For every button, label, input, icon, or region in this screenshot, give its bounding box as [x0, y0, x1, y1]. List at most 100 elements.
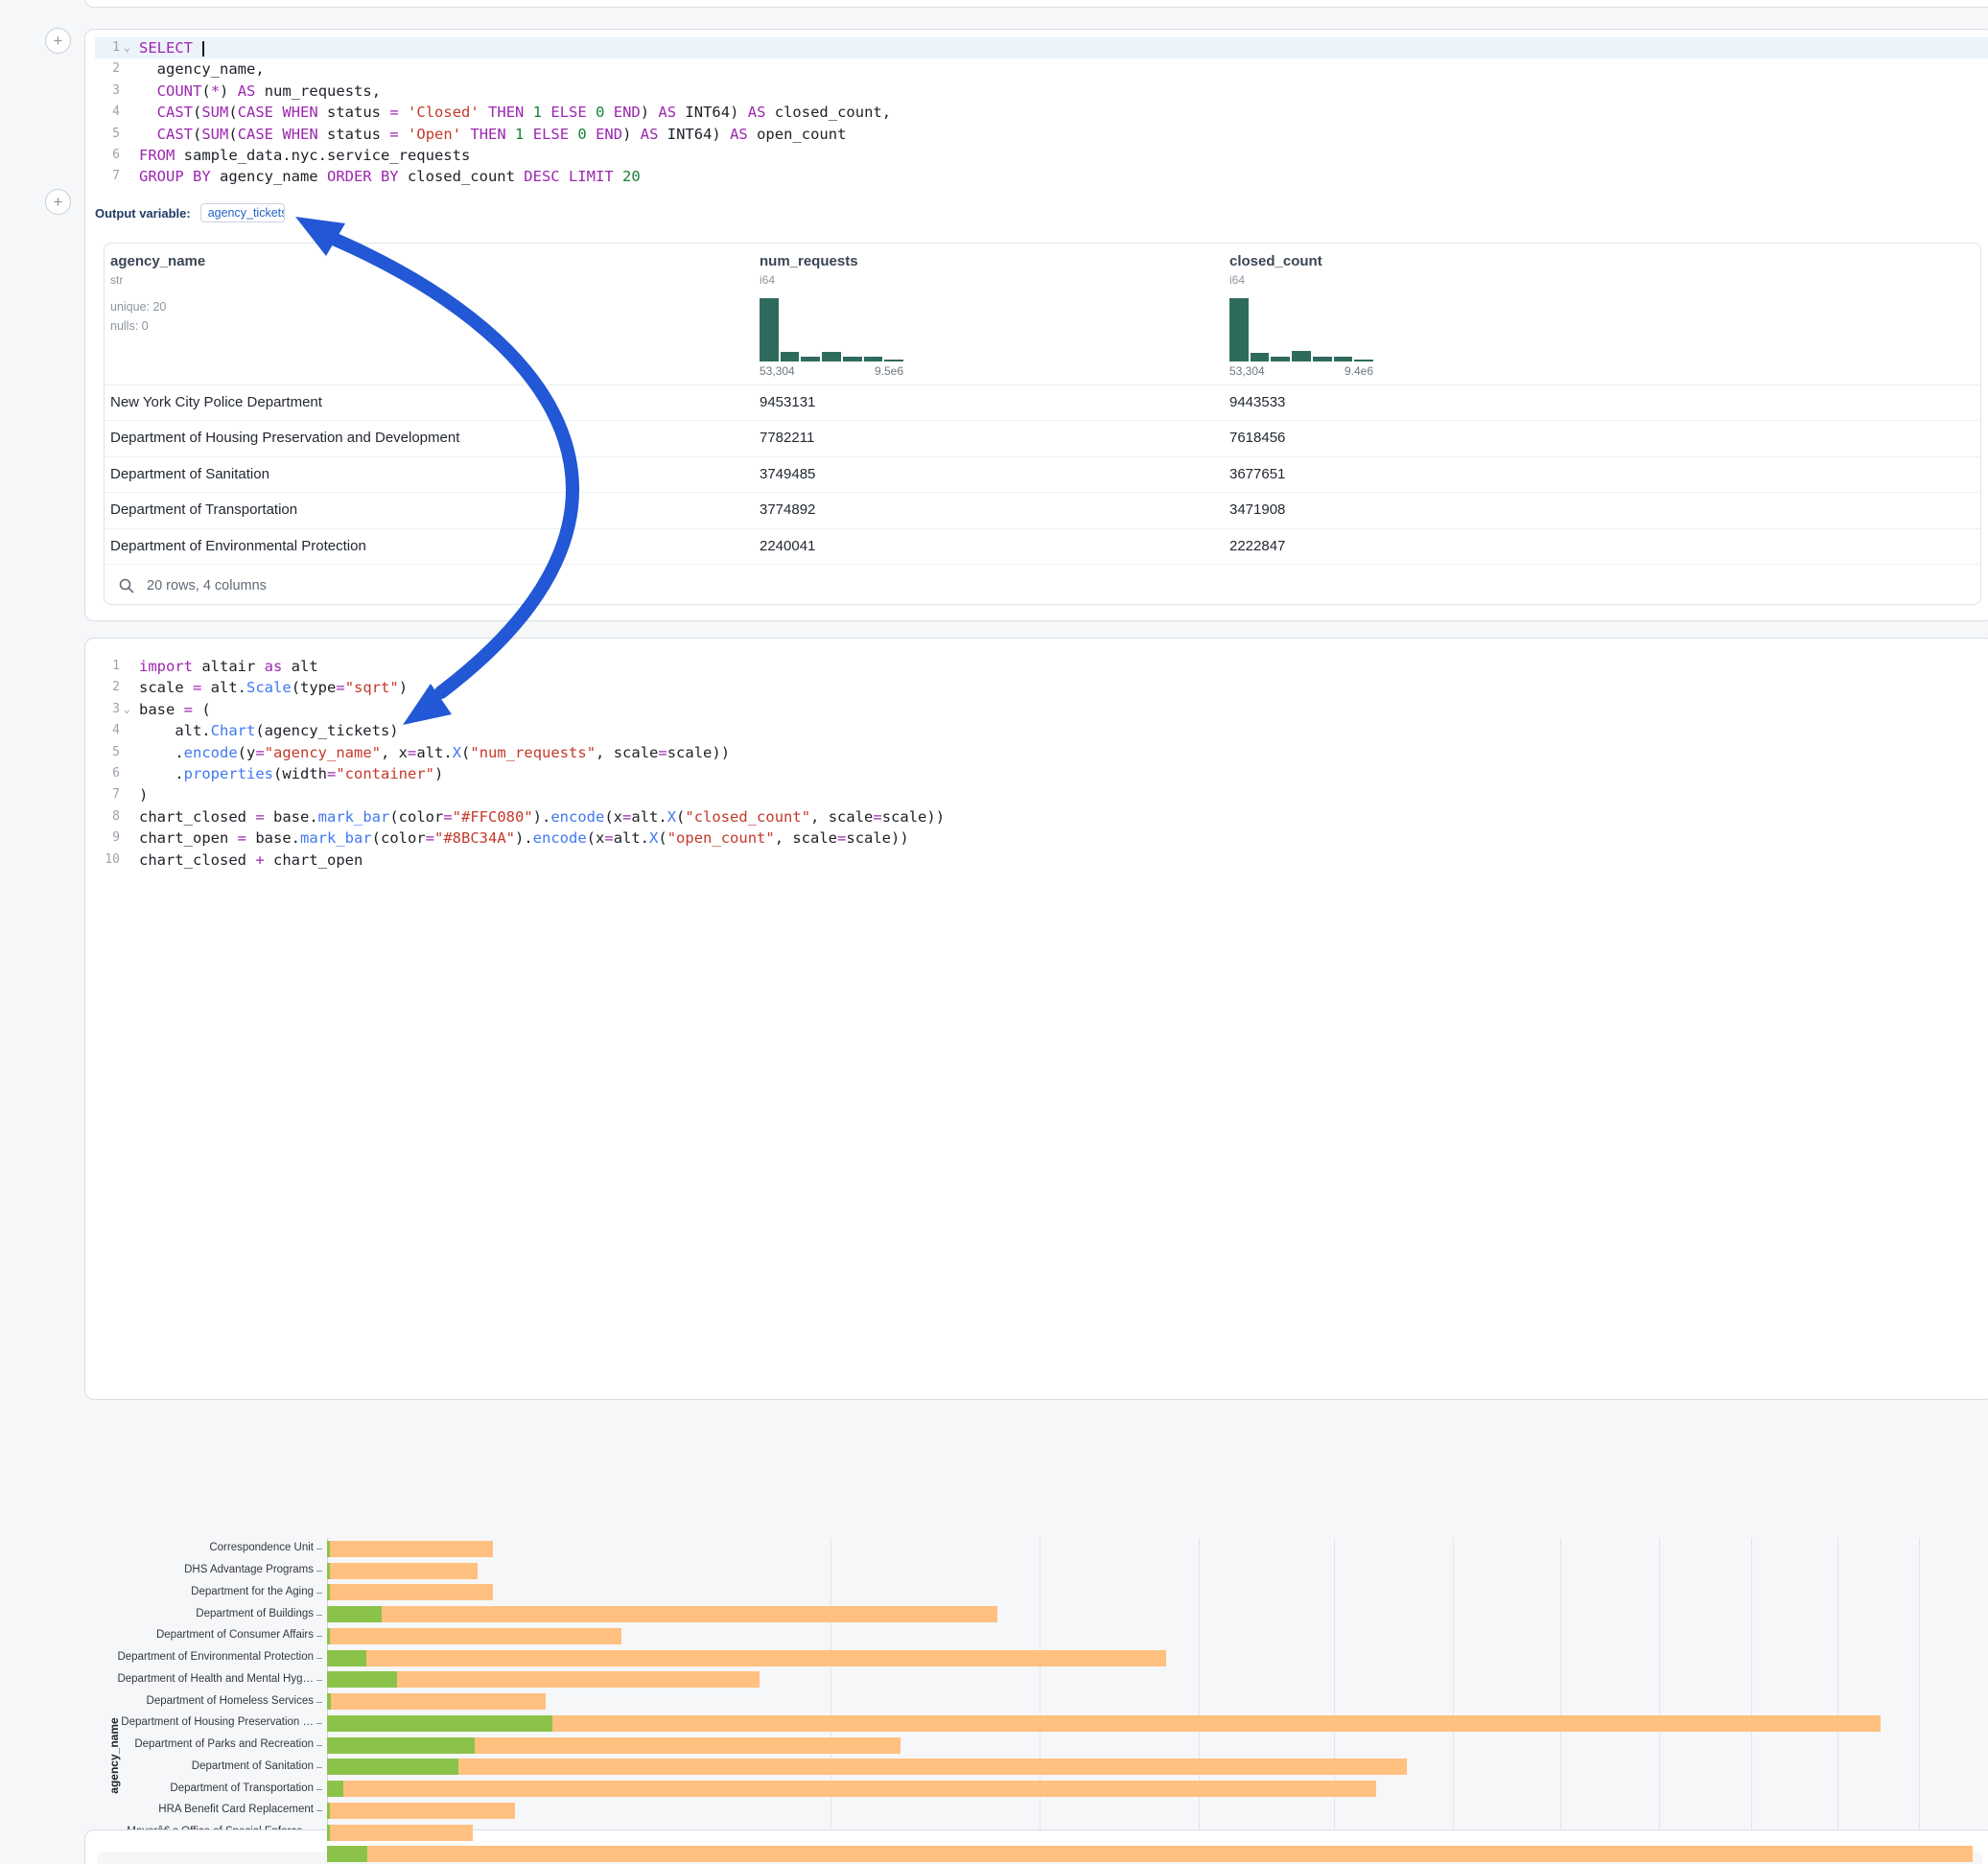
bar-open_count — [327, 1737, 475, 1754]
line-number: 1 — [95, 656, 120, 677]
code-token: = — [426, 829, 434, 847]
code-token: INT64) — [676, 104, 748, 121]
code-token: SUM — [201, 126, 228, 143]
add-cell-button-2[interactable]: + — [45, 189, 71, 215]
python-editor[interactable]: 123⌄45678910 import altair as altscale =… — [95, 656, 1988, 874]
line-number-text: 8 — [112, 809, 120, 824]
code-line: chart_open = base.mark_bar(color="#8BC34… — [139, 827, 1988, 849]
bar-open_count — [327, 1825, 330, 1841]
code-token: ) — [434, 765, 443, 782]
collapse-chevron-icon[interactable]: ⌄ — [124, 699, 130, 720]
column-header[interactable]: closed_counti6453,3049.4e6 — [1229, 253, 1373, 378]
add-cell-button[interactable]: + — [45, 28, 71, 54]
line-number-text: 2 — [112, 680, 120, 694]
code-token: , scale — [775, 829, 837, 847]
code-token: ( — [658, 829, 667, 847]
table-row[interactable]: Department of Sanitation37494853677651 — [105, 457, 1980, 493]
code-token: open_count — [748, 126, 847, 143]
sql-editor[interactable]: 1⌄234567 SELECT agency_name, COUNT(*) AS… — [95, 37, 1988, 193]
table-row[interactable]: Department of Housing Preservation and D… — [105, 421, 1980, 456]
code-token: = — [255, 744, 264, 761]
code-token: ( — [461, 744, 470, 761]
code-token: LIMIT — [569, 168, 614, 185]
code-token: END — [596, 126, 622, 143]
code-line: chart_closed = base.mark_bar(color="#FFC… — [139, 806, 1988, 827]
search-icon[interactable] — [118, 577, 135, 594]
y-axis-tick — [316, 1615, 322, 1616]
code-token — [273, 104, 282, 121]
code-token: 20 — [622, 168, 641, 185]
collapse-chevron-icon[interactable]: ⌄ — [124, 37, 130, 58]
code-token: . — [139, 744, 184, 761]
line-number-text: 5 — [112, 745, 120, 759]
code-line: ) — [139, 784, 1988, 805]
code-line: chart_closed + chart_open — [139, 850, 1988, 871]
column-type: i64 — [1229, 273, 1373, 287]
code-token: = — [389, 126, 398, 143]
code-token — [587, 126, 596, 143]
table-row[interactable]: Department of Environmental Protection22… — [105, 529, 1980, 565]
table-row[interactable]: Department of Transportation377489234719… — [105, 493, 1980, 528]
y-axis-tick-label: Department of Consumer Affairs — [85, 1629, 314, 1641]
code-token: "open_count" — [667, 829, 775, 847]
bar-open_count — [327, 1671, 397, 1688]
code-token: ORDER BY — [327, 168, 399, 185]
table-cell: New York City Police Department — [110, 394, 322, 410]
code-token: GROUP BY — [139, 168, 211, 185]
code-token: chart_closed — [139, 808, 255, 826]
table-header: agency_namestrunique: 20nulls: 0num_requ… — [105, 244, 1980, 385]
output-variable-chip[interactable]: agency_tickets — [200, 203, 285, 222]
code-token: import — [139, 658, 193, 675]
y-axis-tick — [316, 1702, 322, 1703]
code-token: ( — [193, 701, 211, 718]
code-token: AS — [641, 126, 659, 143]
code-token: ( — [193, 104, 201, 121]
code-token: CAST — [157, 126, 193, 143]
column-stat: unique: 20 — [110, 300, 205, 314]
table-cell: 7782211 — [760, 430, 814, 446]
column-header[interactable]: agency_namestrunique: 20nulls: 0 — [110, 253, 205, 333]
line-number-text: 7 — [112, 169, 120, 183]
code-token — [139, 82, 157, 100]
gridline — [830, 1538, 831, 1864]
bar-closed_count — [327, 1759, 1407, 1775]
code-token — [524, 104, 532, 121]
code-token: encode — [533, 829, 587, 847]
code-token: CASE — [238, 126, 273, 143]
code-token: = — [389, 104, 398, 121]
histogram-bar — [1271, 357, 1290, 361]
code-token: COUNT — [157, 82, 202, 100]
code-token: Scale — [246, 679, 292, 696]
bar-closed_count — [327, 1541, 493, 1557]
table-row[interactable]: New York City Police Department945313194… — [105, 385, 1980, 421]
line-number: 8 — [95, 806, 120, 827]
code-token: chart_open — [139, 829, 238, 847]
code-token: "agency_name" — [265, 744, 381, 761]
table-cell: 9453131 — [760, 394, 815, 410]
gridline — [1334, 1538, 1335, 1864]
code-token: alt. — [139, 722, 211, 739]
histogram-bar — [1251, 353, 1270, 361]
code-token: = — [873, 808, 881, 826]
code-token: ). — [533, 808, 551, 826]
code-token: 1 — [533, 104, 542, 121]
line-number-text: 6 — [112, 148, 120, 162]
code-token: base — [139, 701, 184, 718]
code-token — [139, 104, 157, 121]
column-stat: nulls: 0 — [110, 319, 205, 333]
column-header[interactable]: num_requestsi6453,3049.5e6 — [760, 253, 903, 378]
code-token — [399, 104, 408, 121]
code-token — [524, 126, 532, 143]
bar-open_count — [327, 1563, 330, 1579]
code-token — [560, 168, 569, 185]
gridline — [1659, 1538, 1660, 1864]
code-token: altair — [193, 658, 265, 675]
gridline — [1751, 1538, 1752, 1864]
histogram-min-label: 53,304 — [1229, 364, 1265, 378]
table-cell: Department of Environmental Protection — [110, 538, 366, 554]
gridline — [1199, 1538, 1200, 1864]
code-token: SUM — [201, 104, 228, 121]
bar-chart: 0800,0001,600,0002,400,0003,200,0004,000… — [85, 1518, 1988, 1864]
code-token — [542, 104, 550, 121]
code-token: ( — [676, 808, 685, 826]
